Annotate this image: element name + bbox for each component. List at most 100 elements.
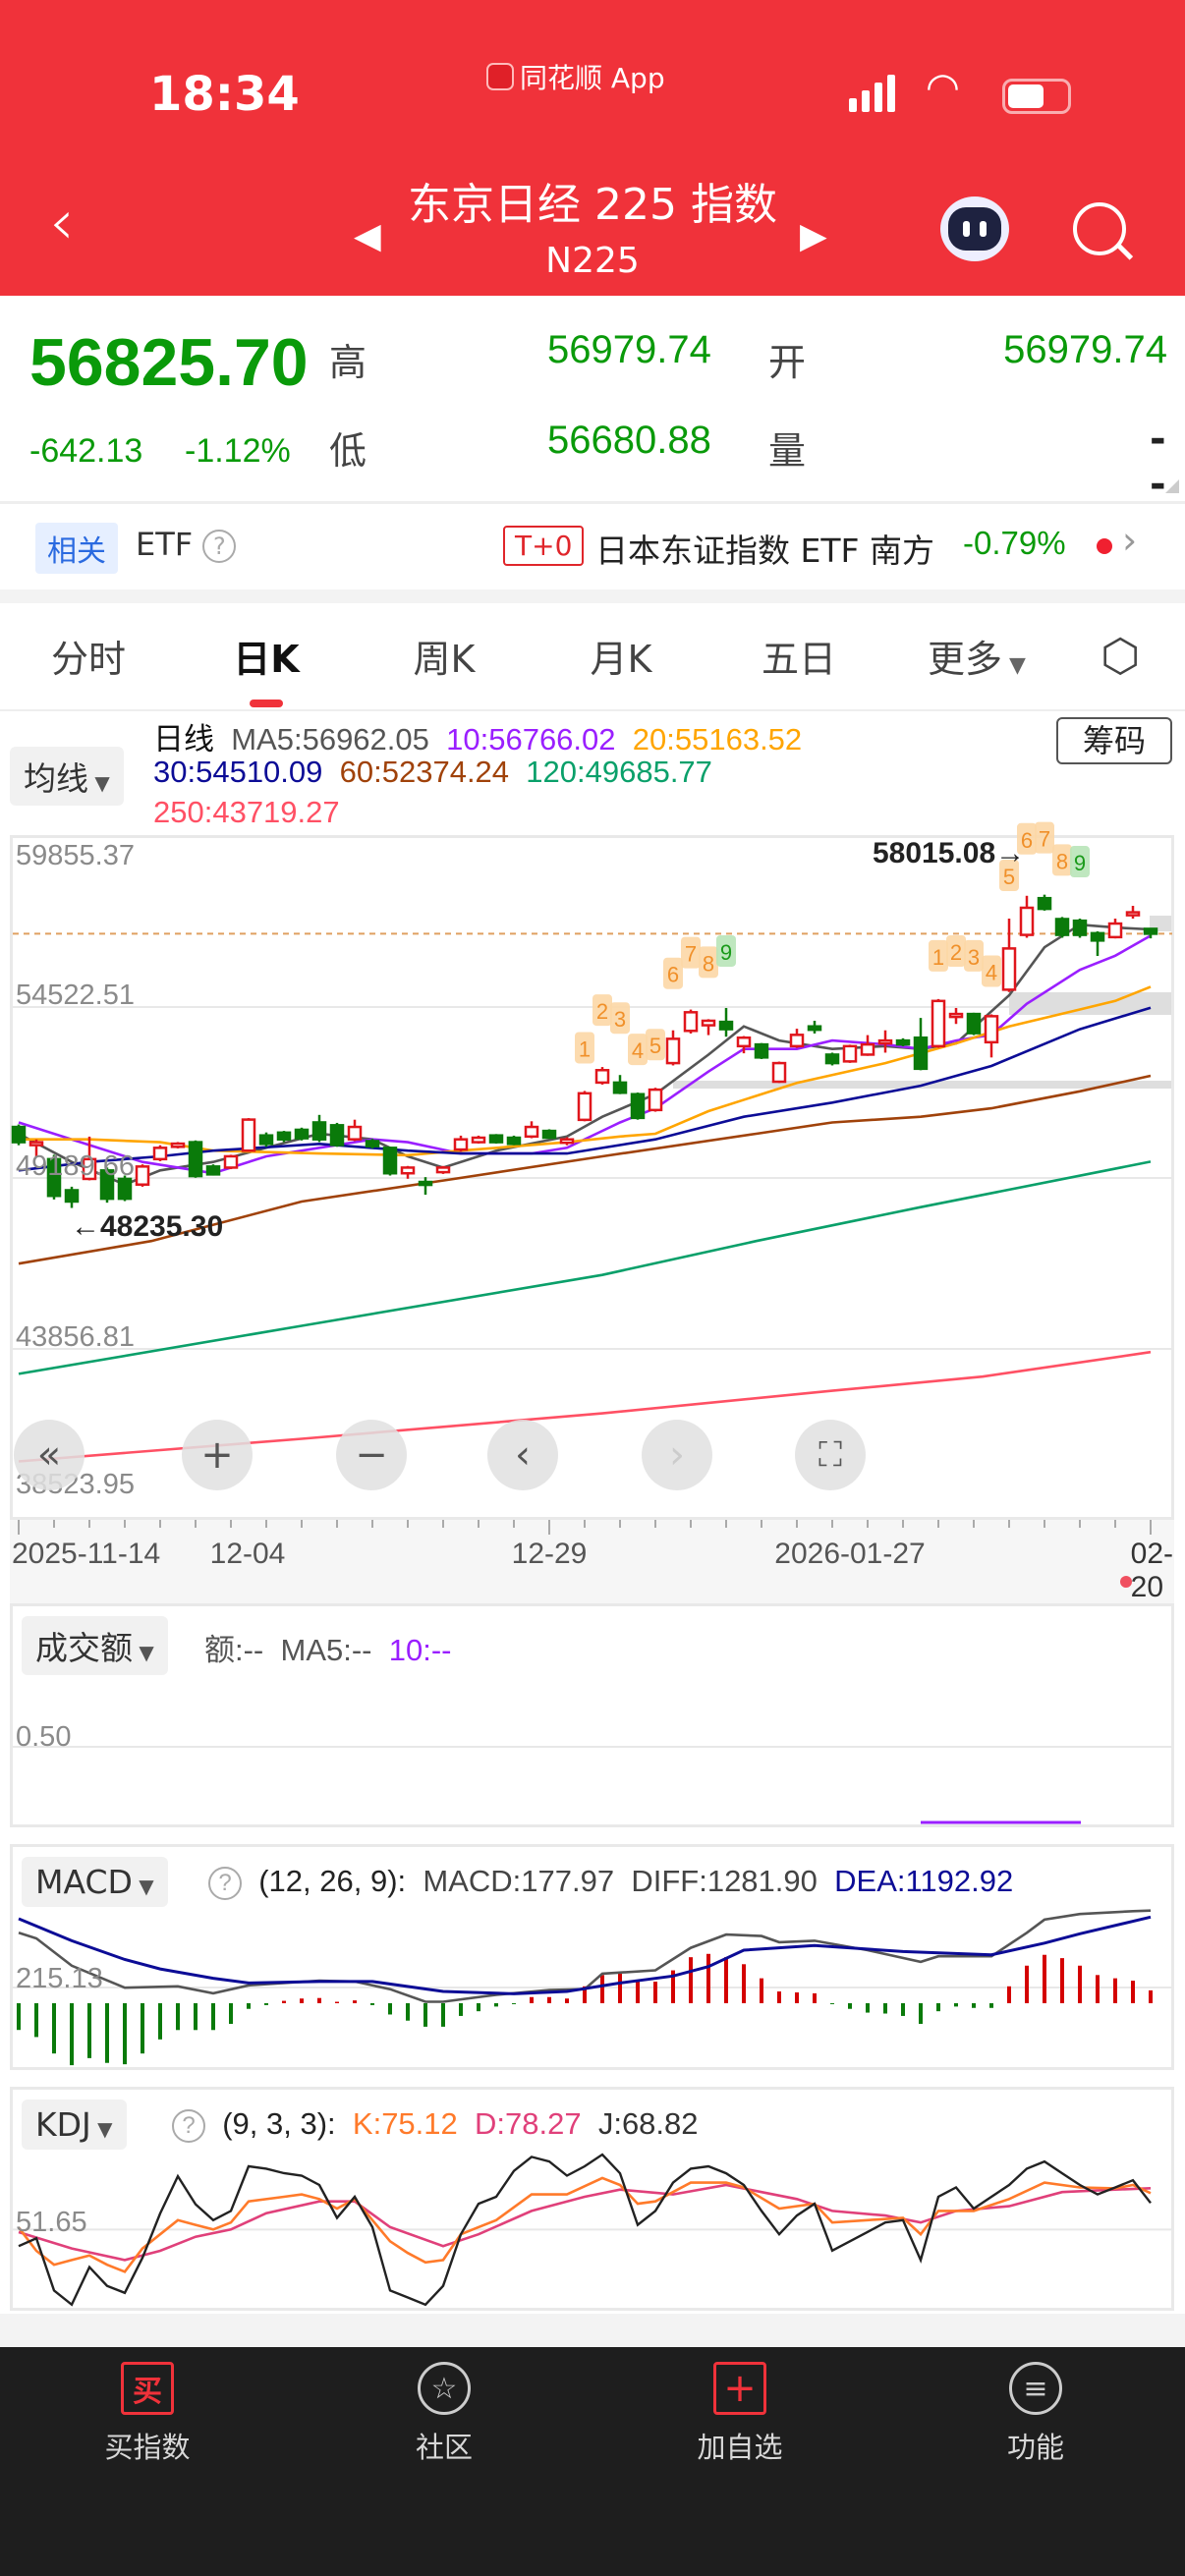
candle <box>311 1114 327 1143</box>
indicator-selector-turnover[interactable]: 成交额 ▼ <box>22 1616 168 1675</box>
buy-icon: 买 <box>121 2362 174 2415</box>
candle <box>648 1088 663 1112</box>
candle-body <box>541 1129 557 1140</box>
candle <box>807 1020 822 1034</box>
scroll-right-button[interactable]: › <box>642 1420 712 1490</box>
td-marker: 7 <box>681 936 701 969</box>
candle-body <box>984 1015 999 1044</box>
y-tick-label: 215.13 <box>16 1963 103 1994</box>
candle-body <box>365 1140 380 1148</box>
fullscreen-button[interactable]: ⛶ <box>795 1420 866 1490</box>
min-price-annotation: ←48235.30 <box>71 1210 224 1243</box>
max-price-annotation: 58015.08→ <box>873 837 1026 869</box>
candle <box>1019 895 1035 938</box>
community-icon: ☆ <box>418 2362 471 2415</box>
td-marker: 4 <box>628 1034 648 1066</box>
nav-add-watchlist[interactable]: + 加自选 <box>642 2358 838 2466</box>
candle-body <box>64 1189 80 1204</box>
td-marker-label: 1 <box>579 1036 591 1061</box>
nav-label: 买指数 <box>104 2431 191 2464</box>
candle <box>1107 919 1123 939</box>
nav-buy-index[interactable]: 买买指数 <box>49 2358 246 2466</box>
turnover-ma10: 10:-- <box>388 1633 452 1667</box>
td-marker: 9 <box>716 934 736 967</box>
candle <box>877 1030 893 1053</box>
candle-body <box>842 1044 858 1063</box>
candle-body <box>948 1012 964 1019</box>
candle-body <box>559 1138 575 1145</box>
candle <box>435 1165 451 1174</box>
td-marker-label: 5 <box>649 1034 661 1058</box>
candle-body <box>311 1121 327 1141</box>
td-marker-label: 4 <box>632 1038 644 1063</box>
indicator-selector-macd[interactable]: MACD ▼ <box>22 1857 168 1907</box>
candle-body <box>400 1166 416 1175</box>
caret-down-icon: ▼ <box>133 1641 154 1664</box>
td-marker: 1 <box>929 939 948 972</box>
candle <box>824 1052 840 1066</box>
candle-body <box>683 1011 699 1033</box>
td-marker-label: 6 <box>667 963 679 987</box>
candle <box>966 1012 982 1036</box>
candle-body <box>966 1012 982 1035</box>
zoom-in-button[interactable]: + <box>182 1420 253 1490</box>
y-tick-label: 0.50 <box>16 1721 72 1753</box>
candle-body <box>506 1136 522 1146</box>
candle-body <box>754 1042 769 1059</box>
candle <box>1037 894 1052 911</box>
candle <box>453 1135 469 1152</box>
kdj-params: (9, 3, 3): <box>222 2106 336 2141</box>
nav-functions[interactable]: ≡ 功能 <box>937 2358 1134 2466</box>
candle-body <box>488 1134 504 1144</box>
candle <box>241 1118 256 1152</box>
candle-body <box>1054 918 1070 936</box>
scroll-left-button[interactable]: ‹ <box>487 1420 558 1490</box>
td-marker: 2 <box>946 934 966 967</box>
td-marker: 5 <box>646 1029 665 1061</box>
candle <box>612 1075 628 1094</box>
candle <box>294 1127 310 1141</box>
candle-body <box>718 1020 734 1031</box>
candle-body <box>789 1034 805 1048</box>
candle-body <box>382 1147 398 1175</box>
macd-dea-line <box>18 1915 1152 1995</box>
td-marker: 8 <box>1052 844 1072 876</box>
help-icon[interactable]: ? <box>172 2108 205 2143</box>
menu-icon: ≡ <box>1009 2362 1062 2415</box>
td-marker-label: 9 <box>1074 851 1086 875</box>
candle-body <box>824 1053 840 1065</box>
candle-body <box>524 1125 539 1139</box>
td-marker-label: 1 <box>932 945 944 970</box>
caret-down-icon: ▼ <box>90 2117 113 2141</box>
max-price-text: 58015.08 <box>873 837 996 869</box>
candle-body <box>188 1141 203 1178</box>
candle <box>948 1007 964 1025</box>
nav-label: 加自选 <box>697 2431 783 2464</box>
td-marker-label: 2 <box>596 999 608 1024</box>
candle <box>1090 931 1105 957</box>
candle-body <box>347 1125 363 1141</box>
td-marker-label: 9 <box>720 940 732 965</box>
candle <box>701 1019 716 1036</box>
help-icon[interactable]: ? <box>208 1866 242 1900</box>
nav-community[interactable]: ☆ 社区 <box>346 2358 542 2466</box>
macd-value: MACD:177.97 <box>423 1864 615 1898</box>
candle-body <box>152 1147 168 1161</box>
turnover-legend: 额:-- MA5:-- 10:-- <box>204 1625 451 1669</box>
candle-body <box>294 1128 310 1140</box>
zoom-out-button[interactable]: − <box>336 1420 407 1490</box>
td-marker-label: 8 <box>703 951 714 976</box>
section-gap <box>0 2314 1185 2347</box>
scroll-to-start-button[interactable]: « <box>14 1420 85 1490</box>
candle-body <box>1001 947 1017 991</box>
candle <box>1001 919 1017 992</box>
candle <box>594 1067 610 1085</box>
candle <box>258 1132 274 1148</box>
x-tick-label: 12-29 <box>511 1538 588 1570</box>
candle <box>382 1147 398 1176</box>
candle <box>541 1129 557 1140</box>
candle-body <box>241 1118 256 1152</box>
candle <box>665 1030 681 1066</box>
indicator-selector-kdj[interactable]: KDJ ▼ <box>22 2100 127 2150</box>
nav-label: 社区 <box>415 2431 473 2464</box>
